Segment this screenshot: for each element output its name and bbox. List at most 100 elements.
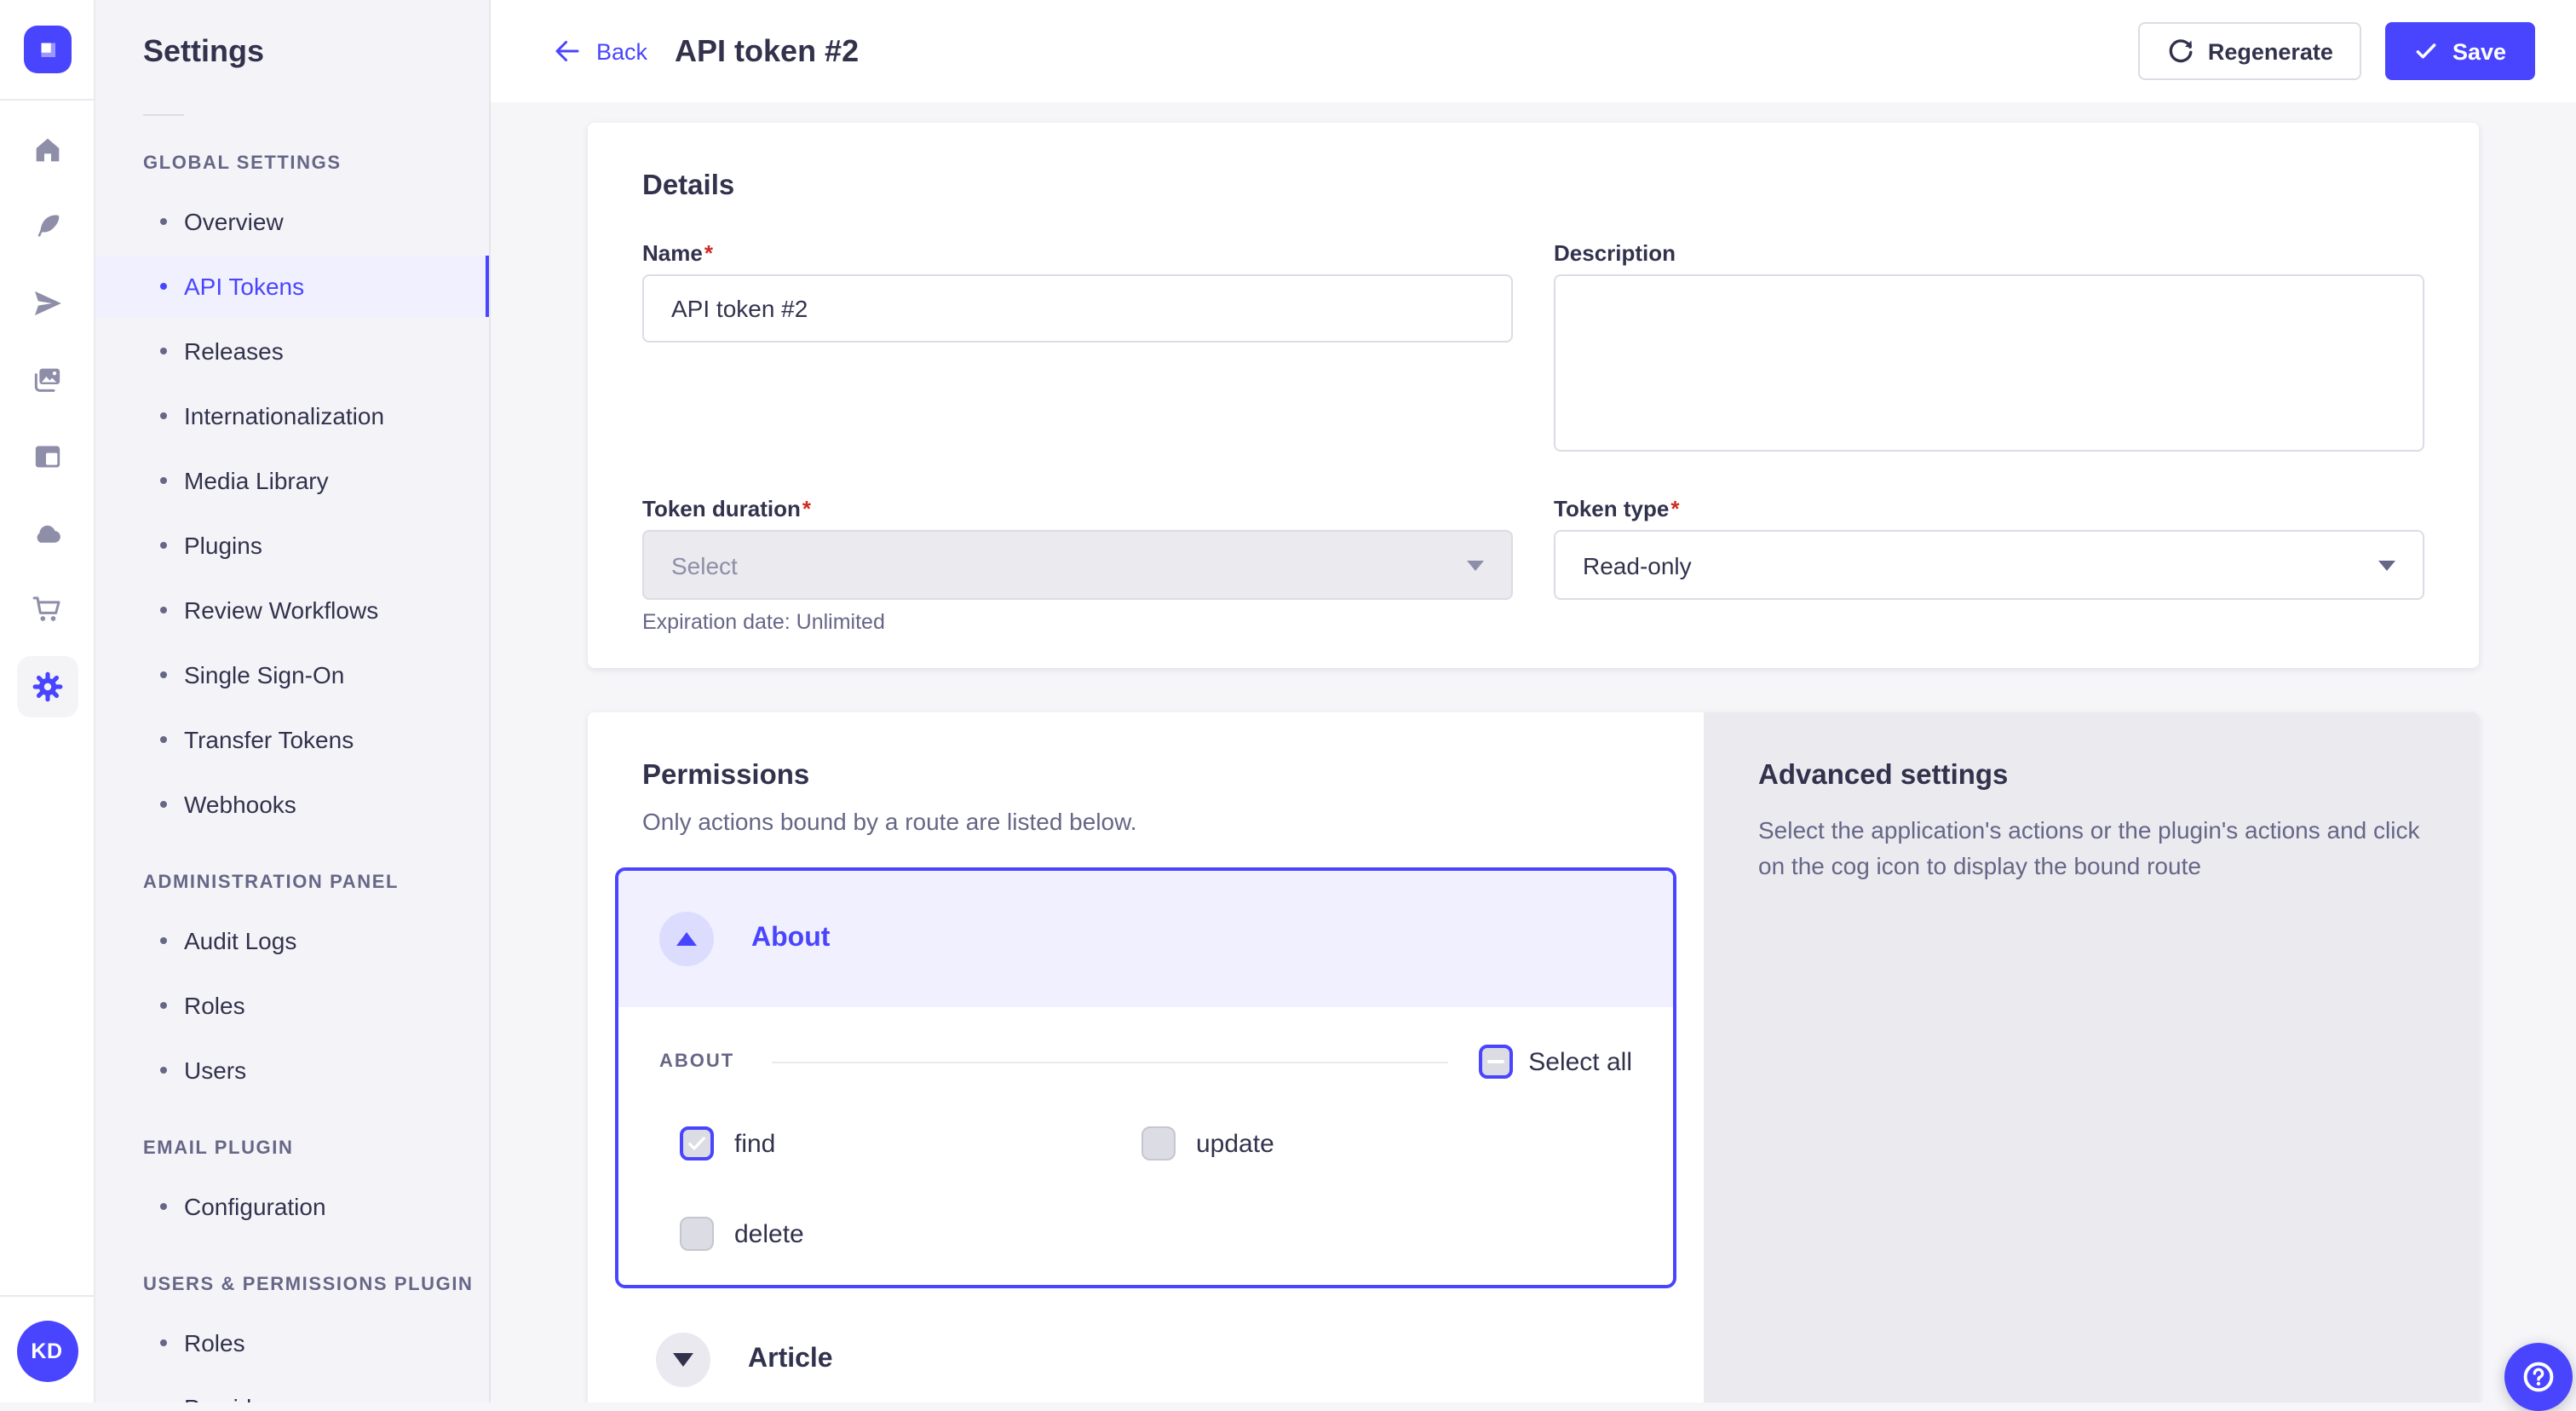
permissions-heading: Permissions	[642, 760, 1649, 792]
strapi-logo[interactable]	[23, 26, 71, 73]
sidebar-item-up-providers[interactable]: Providers	[95, 1377, 489, 1402]
select-all-control[interactable]: Select all	[1479, 1045, 1632, 1079]
sidebar-item-up-roles[interactable]: Roles	[95, 1312, 489, 1374]
sidebar-item-admin-users[interactable]: Users	[95, 1040, 489, 1101]
name-field-group: Name*	[642, 240, 1513, 452]
media-icon[interactable]	[16, 349, 78, 411]
token-type-label: Token type*	[1554, 496, 2424, 521]
token-duration-select[interactable]: Select	[642, 530, 1513, 600]
feather-icon[interactable]	[16, 196, 78, 257]
save-button[interactable]: Save	[2386, 22, 2535, 80]
layout-icon[interactable]	[16, 426, 78, 487]
find-label[interactable]: find	[734, 1129, 775, 1158]
check-icon	[2415, 39, 2439, 63]
token-type-select[interactable]: Read-only	[1554, 530, 2424, 600]
chevron-down-icon	[1467, 560, 1484, 570]
token-duration-label: Token duration*	[642, 496, 1513, 521]
update-checkbox[interactable]	[1141, 1126, 1176, 1160]
indeterminate-dash-icon	[1487, 1060, 1504, 1064]
sidebar-item-label: Audit Logs	[184, 927, 296, 954]
find-checkbox[interactable]	[680, 1126, 714, 1160]
sidebar-item-admin-roles[interactable]: Roles	[95, 975, 489, 1036]
main-area: Back API token #2 Regenerate Save	[491, 0, 2576, 1402]
page-content: Details Name* Description	[491, 102, 2576, 1402]
sidebar-item-transfer-tokens[interactable]: Transfer Tokens	[95, 709, 489, 770]
token-duration-field-group: Token duration* Select Expiration date: …	[642, 496, 1513, 634]
icon-bar: KD	[0, 0, 95, 1402]
update-label[interactable]: update	[1196, 1129, 1274, 1158]
description-label: Description	[1554, 240, 2424, 266]
select-all-checkbox[interactable]	[1479, 1045, 1513, 1079]
sidebar-item-label: Users	[184, 1057, 246, 1084]
token-type-field-group: Token type* Read-only	[1554, 496, 2424, 634]
advanced-settings-body: Select the application's actions or the …	[1758, 813, 2424, 884]
permissions-section: Permissions Only actions bound by a rout…	[588, 712, 1704, 1402]
bullet-icon	[160, 801, 167, 808]
name-input[interactable]	[642, 274, 1513, 343]
icon-bar-divider-bottom	[0, 1295, 94, 1297]
subnav-title: Settings	[143, 34, 489, 70]
home-icon[interactable]	[16, 119, 78, 181]
sidebar-item-internationalization[interactable]: Internationalization	[95, 385, 489, 446]
delete-label[interactable]: delete	[734, 1219, 804, 1248]
bullet-icon	[160, 607, 167, 613]
chevron-down-icon	[673, 1353, 693, 1367]
sidebar-item-media-library[interactable]: Media Library	[95, 450, 489, 511]
accordion-about-body: ABOUT Select all	[618, 1007, 1673, 1285]
required-marker: *	[1670, 496, 1679, 521]
sidebar-item-overview[interactable]: Overview	[95, 191, 489, 252]
section-label-administration-panel: Administration Panel	[143, 873, 489, 893]
group-divider	[772, 1061, 1448, 1063]
sidebar-item-api-tokens[interactable]: API Tokens	[95, 256, 489, 317]
regenerate-label: Regenerate	[2208, 38, 2333, 64]
advanced-settings-heading: Advanced settings	[1758, 760, 2424, 792]
sidebar-item-review-workflows[interactable]: Review Workflows	[95, 579, 489, 641]
cart-icon[interactable]	[16, 579, 78, 641]
accordion-article-header[interactable]: Article	[615, 1333, 1676, 1387]
delete-checkbox[interactable]	[680, 1217, 714, 1251]
cloud-icon[interactable]	[16, 503, 78, 564]
bullet-icon	[160, 1203, 167, 1210]
settings-gear-icon[interactable]	[16, 656, 78, 717]
sidebar-item-label: Providers	[184, 1394, 285, 1402]
sidebar-item-audit-logs[interactable]: Audit Logs	[95, 910, 489, 971]
bullet-icon	[160, 937, 167, 944]
avatar[interactable]: KD	[16, 1321, 78, 1382]
back-link[interactable]: Back	[552, 36, 647, 66]
chevron-up-icon	[676, 932, 697, 946]
sidebar-item-single-sign-on[interactable]: Single Sign-On	[95, 644, 489, 706]
regenerate-button[interactable]: Regenerate	[2138, 22, 2362, 80]
chevron-down-icon	[2378, 560, 2395, 570]
sidebar-item-label: Transfer Tokens	[184, 726, 354, 753]
subnav-title-divider	[143, 114, 184, 116]
details-card: Details Name* Description	[588, 123, 2479, 668]
bullet-icon	[160, 218, 167, 225]
token-duration-value: Select	[671, 551, 738, 579]
back-label: Back	[596, 38, 647, 64]
sidebar-item-label: Internationalization	[184, 402, 384, 429]
sidebar-item-label: Media Library	[184, 467, 329, 494]
sidebar-item-releases[interactable]: Releases	[95, 320, 489, 382]
sidebar-item-email-configuration[interactable]: Configuration	[95, 1176, 489, 1237]
section-label-global-settings: Global Settings	[143, 153, 489, 174]
advanced-settings-panel: Advanced settings Select the application…	[1704, 712, 2479, 1402]
sidebar-item-label: Webhooks	[184, 791, 296, 818]
settings-subnav: Settings Global Settings Overview API To…	[95, 0, 491, 1402]
description-textarea[interactable]	[1554, 274, 2424, 452]
permission-action-update: update	[1141, 1126, 1632, 1160]
expand-toggle-button[interactable]	[656, 1333, 710, 1387]
sidebar-item-label: Single Sign-On	[184, 661, 344, 688]
refresh-icon	[2167, 37, 2194, 65]
collapse-toggle-button[interactable]	[659, 912, 714, 966]
select-all-label[interactable]: Select all	[1528, 1047, 1632, 1076]
bullet-icon	[160, 477, 167, 484]
help-button[interactable]	[2504, 1343, 2573, 1411]
send-icon[interactable]	[16, 273, 78, 334]
sidebar-item-label: Roles	[184, 992, 245, 1019]
page-header: Back API token #2 Regenerate Save	[491, 0, 2576, 102]
section-label-email-plugin: Email Plugin	[143, 1138, 489, 1159]
sidebar-item-label: API Tokens	[184, 273, 304, 300]
accordion-about-header[interactable]: About	[618, 871, 1673, 1007]
sidebar-item-plugins[interactable]: Plugins	[95, 515, 489, 576]
sidebar-item-webhooks[interactable]: Webhooks	[95, 774, 489, 835]
